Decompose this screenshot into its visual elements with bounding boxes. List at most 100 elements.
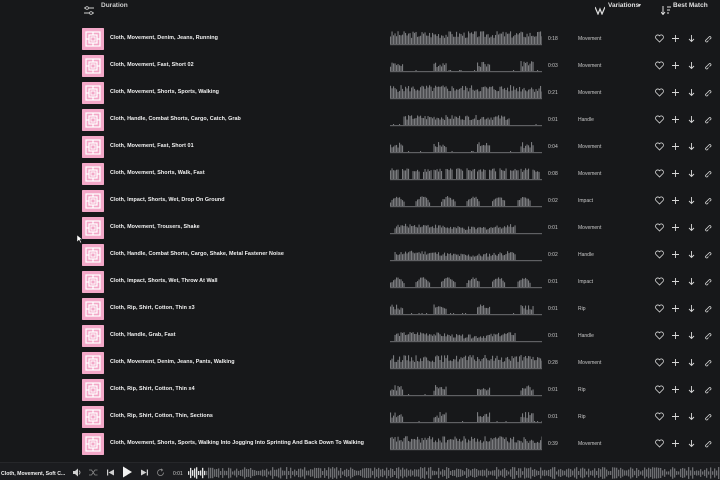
add-plus-icon[interactable] <box>671 358 680 367</box>
add-plus-icon[interactable] <box>671 439 680 448</box>
track-category[interactable]: Impact <box>578 198 593 204</box>
track-row[interactable]: Cloth, Rip, Shirt, Cotton, Thin x3 0:01 Ri… <box>0 296 720 323</box>
link-icon[interactable] <box>703 142 712 151</box>
link-icon[interactable] <box>703 331 712 340</box>
favorite-heart-icon[interactable] <box>655 142 664 151</box>
track-row[interactable]: Cloth, Impact, Shorts, Wet, Drop On Grou… <box>0 188 720 215</box>
track-category[interactable]: Handle <box>578 252 594 258</box>
track-row[interactable]: Cloth, Movement, Fast, Short 02 0:03 Movem… <box>0 53 720 80</box>
favorite-heart-icon[interactable] <box>655 277 664 286</box>
track-title[interactable]: Cloth, Handle, Combat Shorts, Cargo, Sha… <box>110 251 284 257</box>
track-category[interactable]: Handle <box>578 117 594 123</box>
play-button[interactable] <box>121 466 133 478</box>
track-thumbnail[interactable] <box>82 244 104 266</box>
track-category[interactable]: Movement <box>578 225 601 231</box>
repeat-icon[interactable] <box>156 468 165 477</box>
add-plus-icon[interactable] <box>671 250 680 259</box>
favorite-heart-icon[interactable] <box>655 88 664 97</box>
track-waveform[interactable] <box>390 112 542 129</box>
link-icon[interactable] <box>703 250 712 259</box>
track-row[interactable]: Cloth, Rip, Shirt, Cotton, Thin, Section… <box>0 404 720 431</box>
track-title[interactable]: Cloth, Rip, Shirt, Cotton, Thin x3 <box>110 305 195 311</box>
download-icon[interactable] <box>687 358 696 367</box>
track-title[interactable]: Cloth, Movement, Fast, Short 02 <box>110 62 194 68</box>
track-title[interactable]: Cloth, Movement, Shorts, Sports, Walking <box>110 89 219 95</box>
add-plus-icon[interactable] <box>671 277 680 286</box>
volume-icon[interactable] <box>73 468 82 477</box>
track-category[interactable]: Movement <box>578 63 601 69</box>
track-row[interactable]: Cloth, Movement, Denim, Jeans, Running 0:… <box>0 26 720 53</box>
favorite-heart-icon[interactable] <box>655 331 664 340</box>
track-thumbnail[interactable] <box>82 82 104 104</box>
track-row[interactable]: Cloth, Impact, Shorts, Wet, Throw At Wal… <box>0 269 720 296</box>
track-category[interactable]: Impact <box>578 279 593 285</box>
download-icon[interactable] <box>687 61 696 70</box>
track-row[interactable]: Cloth, Movement, Shorts, Sports, Walking… <box>0 431 720 458</box>
track-thumbnail[interactable] <box>82 163 104 185</box>
favorite-heart-icon[interactable] <box>655 439 664 448</box>
track-thumbnail[interactable] <box>82 109 104 131</box>
favorite-heart-icon[interactable] <box>655 304 664 313</box>
track-category[interactable]: Movement <box>578 171 601 177</box>
track-thumbnail[interactable] <box>82 136 104 158</box>
track-thumbnail[interactable] <box>82 217 104 239</box>
add-plus-icon[interactable] <box>671 61 680 70</box>
add-plus-icon[interactable] <box>671 412 680 421</box>
favorite-heart-icon[interactable] <box>655 358 664 367</box>
favorite-heart-icon[interactable] <box>655 169 664 178</box>
track-category[interactable]: Movement <box>578 441 601 447</box>
track-waveform[interactable] <box>390 193 542 210</box>
sort-best-match-button[interactable]: Best Match <box>673 2 708 9</box>
favorite-heart-icon[interactable] <box>655 34 664 43</box>
track-thumbnail[interactable] <box>82 406 104 428</box>
previous-track-icon[interactable] <box>106 468 115 477</box>
next-track-icon[interactable] <box>140 468 149 477</box>
chevron-down-icon[interactable]: ▾ <box>638 2 641 9</box>
track-thumbnail[interactable] <box>82 190 104 212</box>
track-category[interactable]: Movement <box>578 360 601 366</box>
track-thumbnail[interactable] <box>82 433 104 455</box>
filter-sliders-icon[interactable] <box>84 2 94 15</box>
track-row[interactable]: Cloth, Handle, Grab, Fast 0:01 Handle <box>0 323 720 350</box>
add-plus-icon[interactable] <box>671 304 680 313</box>
track-waveform[interactable] <box>390 436 542 453</box>
link-icon[interactable] <box>703 439 712 448</box>
track-waveform[interactable] <box>390 85 542 102</box>
track-waveform[interactable] <box>390 166 542 183</box>
track-category[interactable]: Rip <box>578 306 586 312</box>
track-thumbnail[interactable] <box>82 28 104 50</box>
add-plus-icon[interactable] <box>671 142 680 151</box>
track-category[interactable]: Handle <box>578 333 594 339</box>
link-icon[interactable] <box>703 61 712 70</box>
track-row[interactable]: Cloth, Movement, Fast, Short 01 0:04 Movem… <box>0 134 720 161</box>
track-row[interactable]: Cloth, Handle, Combat Shorts, Cargo, Sha… <box>0 242 720 269</box>
variations-button[interactable]: Variations <box>608 2 639 9</box>
download-icon[interactable] <box>687 385 696 394</box>
add-plus-icon[interactable] <box>671 34 680 43</box>
duration-filter-button[interactable]: Duration <box>101 2 128 9</box>
track-category[interactable]: Movement <box>578 36 601 42</box>
track-title[interactable]: Cloth, Movement, Shorts, Walk, Fast <box>110 170 205 176</box>
download-icon[interactable] <box>687 277 696 286</box>
add-plus-icon[interactable] <box>671 88 680 97</box>
add-plus-icon[interactable] <box>671 331 680 340</box>
track-category[interactable]: Rip <box>578 387 586 393</box>
favorite-heart-icon[interactable] <box>655 61 664 70</box>
link-icon[interactable] <box>703 196 712 205</box>
track-waveform[interactable] <box>390 58 542 75</box>
link-icon[interactable] <box>703 88 712 97</box>
favorite-heart-icon[interactable] <box>655 250 664 259</box>
track-title[interactable]: Cloth, Handle, Combat Shorts, Cargo, Cat… <box>110 116 241 122</box>
track-title[interactable]: Cloth, Handle, Grab, Fast <box>110 332 176 338</box>
download-icon[interactable] <box>687 412 696 421</box>
add-plus-icon[interactable] <box>671 169 680 178</box>
link-icon[interactable] <box>703 358 712 367</box>
track-waveform[interactable] <box>390 328 542 345</box>
track-category[interactable]: Rip <box>578 414 586 420</box>
link-icon[interactable] <box>703 169 712 178</box>
track-thumbnail[interactable] <box>82 298 104 320</box>
add-plus-icon[interactable] <box>671 385 680 394</box>
download-icon[interactable] <box>687 88 696 97</box>
track-thumbnail[interactable] <box>82 379 104 401</box>
track-row[interactable]: Cloth, Movement, Trousers, Shake 0:01 Move… <box>0 215 720 242</box>
